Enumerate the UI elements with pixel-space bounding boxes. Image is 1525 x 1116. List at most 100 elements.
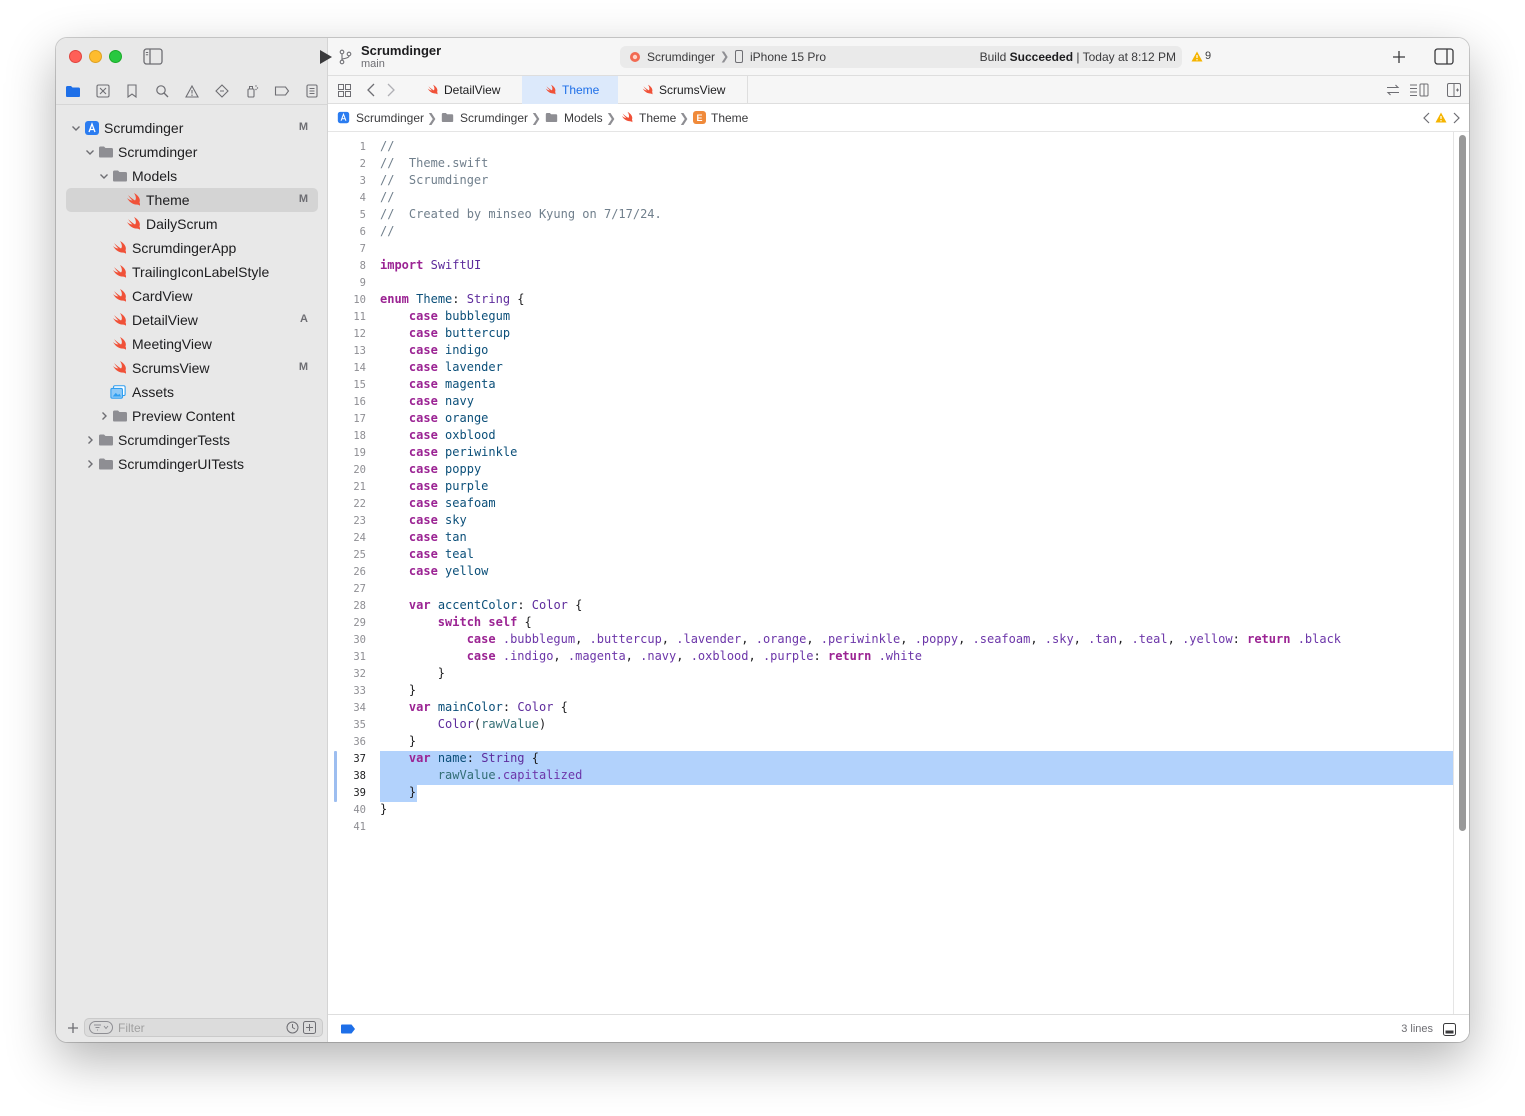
code-line[interactable]: // (380, 224, 394, 238)
code-line[interactable]: // Scrumdinger (380, 173, 488, 187)
breadcrumb-item[interactable]: Theme (639, 111, 676, 125)
filter-input[interactable]: Filter (84, 1018, 323, 1037)
tree-item-models-folder[interactable]: Models (66, 164, 318, 188)
code-line[interactable]: case .bubblegum, .buttercup, .lavender, … (380, 632, 1341, 646)
tree-item-swift-file[interactable]: MeetingView (66, 332, 318, 356)
report-icon[interactable] (303, 82, 321, 100)
debug-area-toggle-icon[interactable] (1443, 1023, 1456, 1036)
chevron-down-icon[interactable] (98, 170, 110, 182)
split-editor-icon[interactable] (1447, 83, 1461, 97)
code-line[interactable]: case magenta (380, 377, 496, 391)
tree-item-uitests-folder[interactable]: ScrumdingerUITests (66, 452, 318, 476)
code-line[interactable]: case sky (380, 513, 467, 527)
code-line[interactable]: } (380, 785, 416, 799)
bookmark-icon[interactable] (123, 82, 141, 100)
editor-options-icon[interactable] (1409, 83, 1429, 97)
branch-name[interactable]: main (361, 58, 385, 70)
code-line[interactable]: enum Theme: String { (380, 292, 525, 306)
minimize-window-button[interactable] (89, 50, 102, 63)
code-line[interactable]: case lavender (380, 360, 503, 374)
breakpoint-icon[interactable] (273, 82, 291, 100)
issue-warning-icon[interactable] (183, 82, 201, 100)
code-line[interactable]: switch self { (380, 615, 532, 629)
code-line[interactable]: case .indigo, .magenta, .navy, .oxblood,… (380, 649, 922, 663)
chevron-right-icon[interactable] (98, 410, 110, 422)
scheme-selector[interactable]: Scrumdinger (647, 50, 715, 64)
test-diamond-icon[interactable] (213, 82, 231, 100)
chevron-down-icon[interactable] (70, 122, 82, 134)
tab-detailview[interactable]: DetailView (415, 76, 522, 104)
tree-item-swift-file[interactable]: DetailView A (66, 308, 318, 332)
tree-item-preview-folder[interactable]: Preview Content (66, 404, 318, 428)
breadcrumb-item[interactable]: Models (564, 111, 603, 125)
tree-item-swift-file[interactable]: ScrumsView M (66, 356, 318, 380)
code-line[interactable]: // (380, 190, 394, 204)
code-line[interactable]: // (380, 139, 394, 153)
project-name[interactable]: Scrumdinger (361, 43, 441, 58)
code-line[interactable]: rawValue.capitalized (380, 768, 583, 782)
back-arrow-icon[interactable] (366, 83, 376, 97)
warning-count[interactable]: 9 (1205, 50, 1211, 62)
source-control-icon[interactable] (94, 82, 112, 100)
add-icon[interactable] (67, 1022, 79, 1034)
chevron-right-icon[interactable] (84, 458, 96, 470)
code-line[interactable]: case purple (380, 479, 489, 493)
warning-icon[interactable] (1435, 112, 1447, 123)
related-items-grid-icon[interactable] (338, 84, 351, 97)
warning-icon[interactable] (1191, 51, 1203, 62)
swap-arrows-icon[interactable] (1386, 84, 1400, 96)
code-line[interactable]: Color(rawValue) (380, 717, 546, 731)
tab-scrumsview[interactable]: ScrumsView (618, 76, 748, 104)
breadcrumb-item[interactable]: Scrumdinger (356, 111, 424, 125)
code-line[interactable]: var mainColor: Color { (380, 700, 568, 714)
code-line[interactable]: } (380, 802, 387, 816)
inspector-toggle-icon[interactable] (1434, 48, 1454, 65)
run-play-icon[interactable] (319, 49, 333, 65)
code-line[interactable]: case buttercup (380, 326, 510, 340)
tree-item-swift-file[interactable]: CardView (66, 284, 318, 308)
tree-item-swift-file[interactable]: ScrumdingerApp (66, 236, 318, 260)
code-line[interactable]: import SwiftUI (380, 258, 481, 272)
folder-icon[interactable] (64, 82, 82, 100)
code-line[interactable]: case tan (380, 530, 467, 544)
zoom-window-button[interactable] (109, 50, 122, 63)
tab-theme[interactable]: Theme (522, 76, 618, 104)
code-line[interactable]: case bubblegum (380, 309, 510, 323)
source-editor[interactable]: 1 // 2 // Theme.swift 3 // Scrumdinger 4 // 5 // … (328, 135, 1453, 1013)
filter-options-icon[interactable] (89, 1021, 113, 1034)
previous-issue-icon[interactable] (1422, 112, 1430, 124)
code-line[interactable]: case orange (380, 411, 489, 425)
tree-item-assets[interactable]: Assets (66, 380, 318, 404)
add-library-icon[interactable] (1392, 50, 1406, 64)
tree-item-tests-folder[interactable]: ScrumdingerTests (66, 428, 318, 452)
tree-item-theme-file[interactable]: Theme M (66, 188, 318, 212)
code-line[interactable]: case indigo (380, 343, 489, 357)
recent-files-clock-icon[interactable] (286, 1021, 299, 1034)
code-line[interactable]: } (380, 683, 416, 697)
breadcrumb-item[interactable]: Theme (711, 111, 748, 125)
code-line[interactable]: case navy (380, 394, 474, 408)
chevron-down-icon[interactable] (84, 146, 96, 158)
source-control-filter-icon[interactable] (303, 1021, 316, 1034)
editor-scrollbar[interactable] (1459, 135, 1466, 831)
tree-item-project-root[interactable]: Scrumdinger M (66, 116, 318, 140)
tree-item-swift-file[interactable]: TrailingIconLabelStyle (66, 260, 318, 284)
tree-item-swift-file[interactable]: DailyScrum (66, 212, 318, 236)
code-line[interactable]: case teal (380, 547, 474, 561)
code-line[interactable]: } (380, 734, 416, 748)
breakpoints-toggle-icon[interactable] (340, 1024, 356, 1034)
code-line[interactable]: // Theme.swift (380, 156, 488, 170)
code-line[interactable]: case yellow (380, 564, 489, 578)
code-line[interactable]: case oxblood (380, 428, 496, 442)
breadcrumb-item[interactable]: Scrumdinger (460, 111, 528, 125)
debug-spray-icon[interactable] (243, 82, 261, 100)
chevron-right-icon[interactable] (84, 434, 96, 446)
forward-arrow-icon[interactable] (386, 83, 396, 97)
code-line[interactable]: var name: String { (380, 751, 539, 765)
code-line[interactable]: } (380, 666, 445, 680)
code-line[interactable]: case periwinkle (380, 445, 517, 459)
next-issue-icon[interactable] (1453, 112, 1461, 124)
sidebar-toggle-icon[interactable] (143, 48, 163, 65)
close-window-button[interactable] (69, 50, 82, 63)
code-line[interactable]: case seafoam (380, 496, 496, 510)
